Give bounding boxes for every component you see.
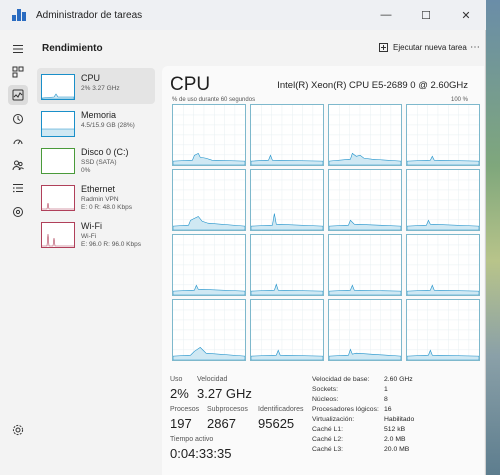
spec-value: Habilitado — [384, 416, 415, 423]
sidebar-item-label: Ethernet — [81, 184, 116, 194]
sidebar-item-detail: 0% — [81, 167, 91, 174]
core-graph — [172, 104, 246, 166]
sidebar-item-wifi[interactable]: Wi-Fi Wi-Fi E: 96.0 R: 96.0 Kbps — [37, 216, 155, 252]
minimize-button[interactable]: — — [366, 0, 406, 30]
sidebar-item-label: Memoria — [81, 110, 117, 120]
spec-label: Caché L3: — [312, 446, 343, 453]
uptime-label: Tiempo activo — [170, 436, 214, 443]
cpu-core-graphs — [172, 104, 482, 370]
spec-value: 2.0 MB — [384, 436, 406, 443]
sidebar-item-detail: Radmin VPN — [81, 196, 119, 203]
sidebar-item-disk[interactable]: Disco 0 (C:) SSD (SATA) 0% — [37, 142, 155, 178]
spec-value: 16 — [384, 406, 392, 413]
title-bar: Administrador de tareas — ☐ ✕ — [0, 0, 486, 30]
core-graph — [250, 104, 324, 166]
cpu-model-name: Intel(R) Xeon(R) CPU E5-2689 0 @ 2.60GHz — [277, 80, 468, 91]
core-graph — [406, 299, 480, 361]
window-title: Administrador de tareas — [36, 9, 143, 21]
spec-label: Núcleos: — [312, 396, 339, 403]
spec-value: 2.60 GHz — [384, 376, 413, 383]
core-graph — [250, 169, 324, 231]
processes-value: 197 — [170, 416, 192, 431]
core-graph — [172, 234, 246, 296]
uptime-value: 0:04:33:35 — [170, 446, 232, 461]
spec-label: Sockets: — [312, 386, 339, 393]
task-manager-window: Administrador de tareas — ☐ ✕ Rendimient… — [0, 0, 486, 475]
usage-label: Uso — [170, 376, 183, 383]
threads-label: Subprocesos — [207, 406, 248, 413]
core-graph — [328, 169, 402, 231]
core-graph — [328, 299, 402, 361]
sidebar-item-ethernet[interactable]: Ethernet Radmin VPN E: 0 R: 48.0 Kbps — [37, 179, 155, 215]
nav-rail — [0, 30, 34, 475]
spec-label: Caché L1: — [312, 426, 343, 433]
startup-icon[interactable] — [8, 132, 28, 152]
core-graph — [250, 299, 324, 361]
threads-value: 2867 — [207, 416, 236, 431]
handles-value: 95625 — [258, 416, 295, 431]
sidebar-item-detail: E: 0 R: 48.0 Kbps — [81, 204, 132, 211]
core-graph — [406, 234, 480, 296]
panel-title: CPU — [170, 74, 211, 95]
close-button[interactable]: ✕ — [446, 0, 486, 30]
handles-label: Identificadores — [258, 406, 304, 413]
performance-sidebar: CPU 2% 3.27 GHz Memoria 4.5/15.9 GB (28%… — [34, 64, 156, 475]
spec-label: Caché L2: — [312, 436, 343, 443]
more-options-button[interactable]: ⋯ — [470, 42, 480, 53]
spec-value: 512 kB — [384, 426, 406, 433]
details-icon[interactable] — [8, 178, 28, 198]
spec-value: 20.0 MB — [384, 446, 410, 453]
sidebar-item-cpu[interactable]: CPU 2% 3.27 GHz — [37, 68, 155, 104]
maximize-button[interactable]: ☐ — [406, 0, 446, 30]
core-graph — [406, 104, 480, 166]
sidebar-item-detail: 4.5/15.9 GB (28%) — [81, 122, 135, 129]
spec-value: 1 — [384, 386, 388, 393]
core-graph — [328, 234, 402, 296]
memory-thumbnail — [41, 111, 75, 137]
processes-icon[interactable] — [8, 62, 28, 82]
page-title: Rendimiento — [42, 43, 103, 54]
performance-icon[interactable] — [8, 85, 28, 105]
graph-max-label: 100 % — [450, 97, 468, 103]
usage-value: 2% — [170, 386, 189, 401]
spec-value: 8 — [384, 396, 388, 403]
sidebar-item-label: Wi-Fi — [81, 221, 102, 231]
speed-label: Velocidad — [197, 376, 228, 383]
spec-label: Virtualización: — [312, 416, 355, 423]
sidebar-item-detail: SSD (SATA) — [81, 159, 117, 166]
services-icon[interactable] — [8, 202, 28, 222]
sidebar-item-label: Disco 0 (C:) — [81, 147, 129, 157]
core-graph — [250, 234, 324, 296]
settings-icon[interactable] — [8, 420, 28, 440]
run-task-icon — [379, 43, 388, 52]
sidebar-item-memory[interactable]: Memoria 4.5/15.9 GB (28%) — [37, 105, 155, 141]
history-icon[interactable] — [8, 109, 28, 129]
graph-caption: % de uso durante 60 segundos — [172, 97, 256, 103]
users-icon[interactable] — [8, 155, 28, 175]
core-graph — [172, 299, 246, 361]
ethernet-thumbnail — [41, 185, 75, 211]
processes-label: Procesos — [170, 406, 200, 413]
core-graph — [172, 169, 246, 231]
core-graph — [406, 169, 480, 231]
wifi-thumbnail — [41, 222, 75, 248]
core-graph — [328, 104, 402, 166]
run-task-label: Ejecutar nueva tarea — [393, 43, 467, 52]
page-header: Rendimiento Ejecutar nueva tarea ⋯ — [34, 34, 486, 64]
menu-icon[interactable] — [8, 39, 28, 59]
cpu-panel: CPU Intel(R) Xeon(R) CPU E5-2689 0 @ 2.6… — [162, 66, 484, 475]
disk-thumbnail — [41, 148, 75, 174]
cpu-thumbnail — [41, 74, 75, 100]
run-new-task-button[interactable]: Ejecutar nueva tarea — [379, 43, 467, 52]
spec-label: Procesadores lógicos: — [312, 406, 379, 413]
sidebar-item-detail: Wi-Fi — [81, 233, 97, 240]
spec-label: Velocidad de base: — [312, 376, 370, 383]
sidebar-item-detail: E: 96.0 R: 96.0 Kbps — [81, 241, 141, 248]
task-manager-app-icon — [12, 9, 26, 21]
speed-value: 3.27 GHz — [197, 386, 252, 401]
sidebar-item-label: CPU — [81, 73, 101, 83]
sidebar-item-detail: 2% 3.27 GHz — [81, 85, 120, 92]
